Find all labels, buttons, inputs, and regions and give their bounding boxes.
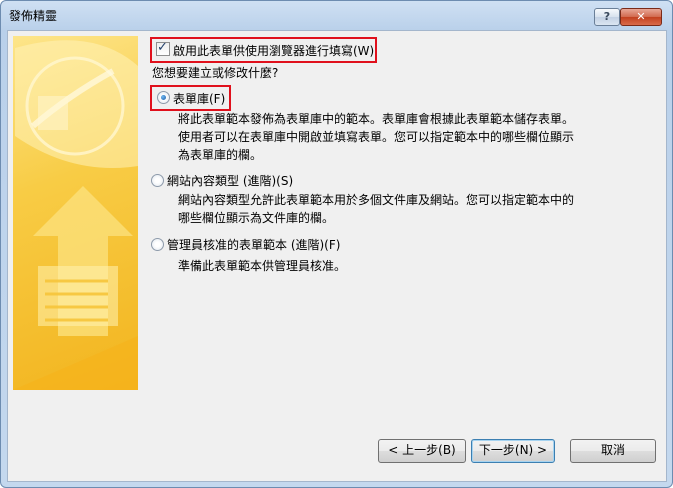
- close-icon: ✕: [636, 10, 646, 23]
- radio-admin-approved[interactable]: [151, 238, 164, 251]
- window-title: 發佈精靈: [9, 9, 58, 23]
- checkbox-box[interactable]: ✓: [156, 40, 170, 56]
- close-button[interactable]: ✕: [620, 8, 662, 26]
- next-button[interactable]: 下一步(N) >: [471, 439, 555, 463]
- title-bar: 發佈精靈 ? ✕: [1, 1, 672, 29]
- enable-browser-label[interactable]: 啟用此表單供使用瀏覽器進行填寫(W): [173, 42, 374, 59]
- radio-site-content-type[interactable]: [151, 174, 164, 187]
- back-button[interactable]: < 上一步(B): [378, 439, 466, 463]
- option-admin-approved-description: 準備此表單範本供管理員核准。: [178, 259, 347, 273]
- wizard-content: ✓ 啟用此表單供使用瀏覽器進行填寫(W) 您想要建立或修改什麼? 表單庫(F) …: [146, 31, 661, 431]
- publish-wizard-window: 發佈精靈 ? ✕ ✓ 啟用此表單供使用瀏覽器進行填寫(W) 您想要建立或修改什麼…: [0, 0, 673, 488]
- cancel-button[interactable]: 取消: [570, 439, 656, 463]
- option-admin-approved-label[interactable]: 管理員核准的表單範本 (進階)(F): [167, 236, 340, 253]
- option-form-library-label[interactable]: 表單庫(F): [173, 90, 225, 107]
- button-bar: < 上一步(B) 下一步(N) > 取消: [8, 431, 666, 481]
- radio-form-library[interactable]: [157, 91, 170, 104]
- wizard-illustration: [13, 36, 138, 390]
- wizard-body: ✓ 啟用此表單供使用瀏覽器進行填寫(W) 您想要建立或修改什麼? 表單庫(F) …: [7, 30, 667, 482]
- check-icon: ✓: [157, 40, 168, 55]
- decorative-graphic: [13, 40, 138, 390]
- enable-browser-checkbox[interactable]: ✓ 啟用此表單供使用瀏覽器進行填寫(W): [150, 37, 377, 63]
- option-form-library-description: 將此表單範本發佈為表單庫中的範本。表單庫會根據此表單範本儲存表單。使用者可以在表…: [178, 112, 575, 162]
- radio-selected-dot: [161, 95, 166, 100]
- help-button[interactable]: ?: [594, 8, 620, 26]
- option-site-content-type-label[interactable]: 網站內容類型 (進階)(S): [167, 172, 293, 189]
- question-text: 您想要建立或修改什麼?: [152, 66, 279, 80]
- option-site-content-type-description: 網站內容類型允許此表單範本用於多個文件庫及網站。您可以指定範本中的哪些欄位顯示為…: [178, 193, 575, 225]
- option-form-library[interactable]: 表單庫(F): [150, 85, 231, 111]
